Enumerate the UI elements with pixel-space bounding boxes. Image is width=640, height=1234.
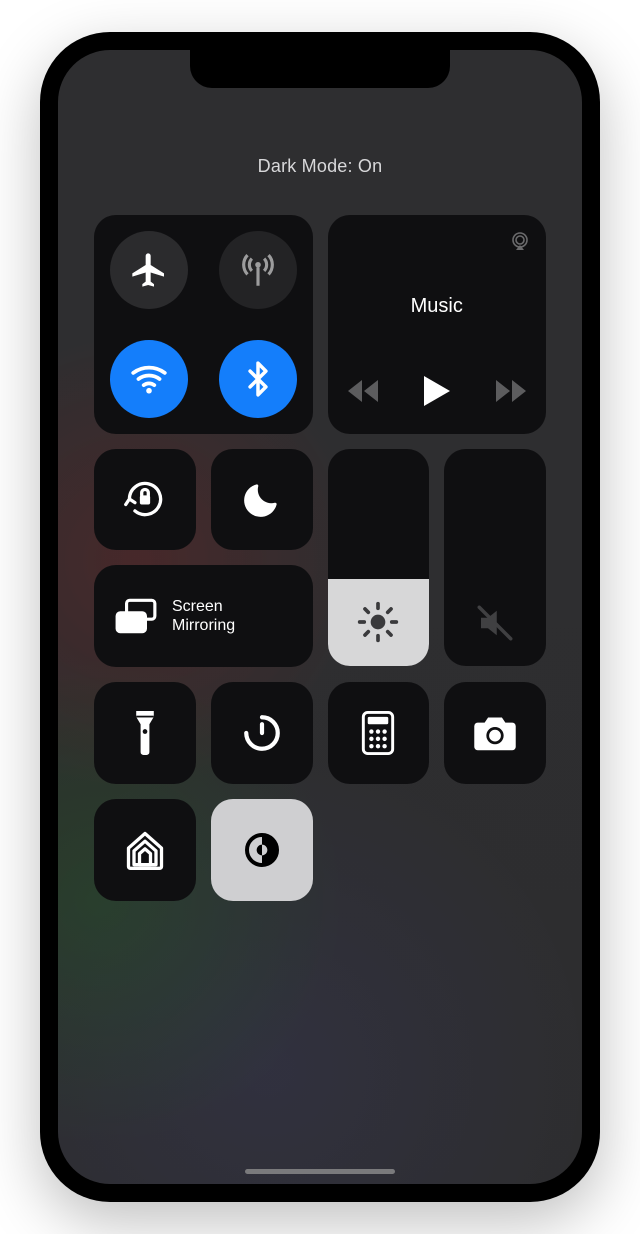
- phone-mockup: Dark Mode: On: [40, 32, 600, 1202]
- brightness-slider[interactable]: [328, 449, 430, 667]
- calculator-button[interactable]: [328, 682, 430, 784]
- fast-forward-button[interactable]: [496, 380, 526, 402]
- airplay-icon[interactable]: [508, 229, 532, 253]
- screen-mirroring-label-line1: Screen: [172, 597, 235, 616]
- connectivity-tile: [94, 215, 313, 434]
- play-button[interactable]: [424, 376, 450, 406]
- brightness-icon: [356, 600, 400, 644]
- phone-notch: [190, 50, 450, 88]
- orientation-lock-toggle[interactable]: [94, 449, 196, 551]
- now-playing-tile[interactable]: Music: [328, 215, 547, 434]
- wifi-icon: [128, 358, 170, 400]
- airplane-icon: [129, 250, 169, 290]
- timer-icon: [241, 712, 283, 754]
- bluetooth-icon: [239, 360, 277, 398]
- screen-mirroring-icon: [114, 597, 158, 635]
- status-label: Dark Mode: On: [94, 156, 546, 177]
- screen-mirroring-button[interactable]: Screen Mirroring: [94, 565, 313, 667]
- rewind-button[interactable]: [348, 380, 378, 402]
- home-indicator[interactable]: [245, 1169, 395, 1174]
- cellular-data-toggle[interactable]: [219, 231, 297, 309]
- flashlight-icon: [133, 711, 157, 755]
- do-not-disturb-toggle[interactable]: [211, 449, 313, 551]
- home-icon: [123, 828, 167, 872]
- orientation-lock-icon: [123, 477, 167, 521]
- airplane-mode-toggle[interactable]: [110, 231, 188, 309]
- bluetooth-toggle[interactable]: [219, 340, 297, 418]
- wifi-toggle[interactable]: [110, 340, 188, 418]
- volume-mute-icon: [474, 602, 516, 644]
- screen-mirroring-label-line2: Mirroring: [172, 616, 235, 635]
- home-button[interactable]: [94, 799, 196, 901]
- calculator-icon: [361, 711, 395, 755]
- camera-icon: [472, 714, 518, 752]
- control-center: Dark Mode: On: [94, 156, 546, 901]
- moon-icon: [244, 481, 280, 517]
- timer-button[interactable]: [211, 682, 313, 784]
- flashlight-button[interactable]: [94, 682, 196, 784]
- antenna-icon: [237, 249, 279, 291]
- camera-button[interactable]: [444, 682, 546, 784]
- dark-mode-toggle[interactable]: [211, 799, 313, 901]
- control-grid: Music: [94, 215, 546, 901]
- volume-slider[interactable]: [444, 449, 546, 667]
- media-title: Music: [411, 295, 463, 318]
- dark-mode-icon: [242, 830, 282, 870]
- phone-screen: Dark Mode: On: [58, 50, 582, 1184]
